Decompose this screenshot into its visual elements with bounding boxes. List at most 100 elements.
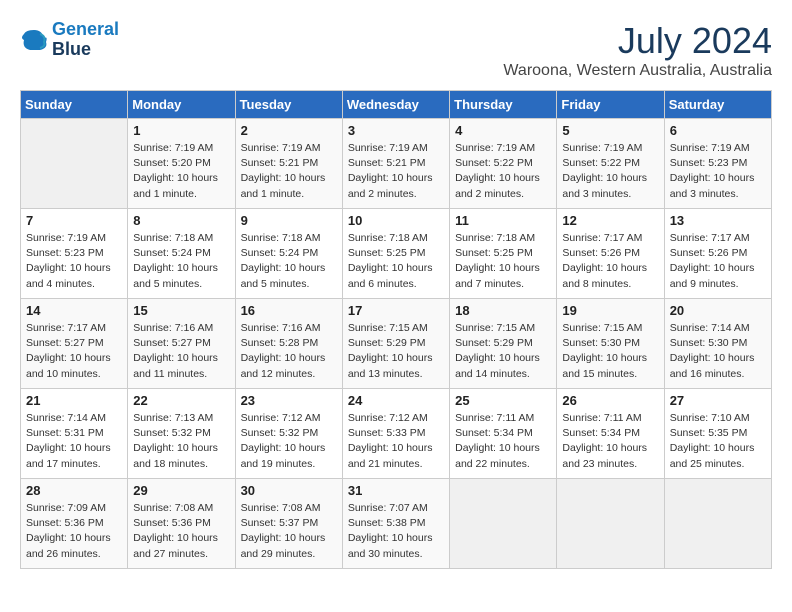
day-number: 21 <box>26 393 122 408</box>
day-number: 16 <box>241 303 337 318</box>
calendar-day-cell: 24 Sunrise: 7:12 AMSunset: 5:33 PMDayligh… <box>342 389 449 479</box>
calendar-table: SundayMondayTuesdayWednesdayThursdayFrid… <box>20 90 772 569</box>
day-info: Sunrise: 7:16 AMSunset: 5:28 PMDaylight:… <box>241 321 337 382</box>
calendar-day-cell: 17 Sunrise: 7:15 AMSunset: 5:29 PMDayligh… <box>342 299 449 389</box>
day-info: Sunrise: 7:13 AMSunset: 5:32 PMDaylight:… <box>133 411 229 472</box>
calendar-day-cell: 21 Sunrise: 7:14 AMSunset: 5:31 PMDayligh… <box>21 389 128 479</box>
calendar-day-cell: 15 Sunrise: 7:16 AMSunset: 5:27 PMDayligh… <box>128 299 235 389</box>
day-info: Sunrise: 7:12 AMSunset: 5:33 PMDaylight:… <box>348 411 444 472</box>
calendar-week-row: 14 Sunrise: 7:17 AMSunset: 5:27 PMDayligh… <box>21 299 772 389</box>
day-info: Sunrise: 7:19 AMSunset: 5:21 PMDaylight:… <box>348 141 444 202</box>
location-title: Waroona, Western Australia, Australia <box>503 62 772 80</box>
weekday-cell: Sunday <box>21 91 128 119</box>
calendar-day-cell: 20 Sunrise: 7:14 AMSunset: 5:30 PMDayligh… <box>664 299 771 389</box>
day-number: 7 <box>26 213 122 228</box>
calendar-day-cell: 13Sunrise: 7:17 AMSunset: 5:26 PMDayligh… <box>664 209 771 299</box>
day-info: Sunrise: 7:11 AMSunset: 5:34 PMDaylight:… <box>562 411 658 472</box>
calendar-day-cell: 23Sunrise: 7:12 AMSunset: 5:32 PMDayligh… <box>235 389 342 479</box>
calendar-day-cell: 16 Sunrise: 7:16 AMSunset: 5:28 PMDayligh… <box>235 299 342 389</box>
day-info: Sunrise: 7:19 AMSunset: 5:22 PMDaylight:… <box>562 141 658 202</box>
day-number: 22 <box>133 393 229 408</box>
day-info: Sunrise: 7:14 AMSunset: 5:31 PMDaylight:… <box>26 411 122 472</box>
day-number: 26 <box>562 393 658 408</box>
day-number: 20 <box>670 303 766 318</box>
calendar-day-cell: 26 Sunrise: 7:11 AMSunset: 5:34 PMDayligh… <box>557 389 664 479</box>
day-info: Sunrise: 7:15 AMSunset: 5:30 PMDaylight:… <box>562 321 658 382</box>
day-number: 6 <box>670 123 766 138</box>
day-info: Sunrise: 7:15 AMSunset: 5:29 PMDaylight:… <box>348 321 444 382</box>
calendar-day-cell: 22 Sunrise: 7:13 AMSunset: 5:32 PMDayligh… <box>128 389 235 479</box>
day-info: Sunrise: 7:16 AMSunset: 5:27 PMDaylight:… <box>133 321 229 382</box>
day-info: Sunrise: 7:19 AMSunset: 5:23 PMDaylight:… <box>670 141 766 202</box>
day-number: 13 <box>670 213 766 228</box>
day-number: 27 <box>670 393 766 408</box>
day-info: Sunrise: 7:18 AMSunset: 5:25 PMDaylight:… <box>455 231 551 292</box>
calendar-week-row: 21 Sunrise: 7:14 AMSunset: 5:31 PMDayligh… <box>21 389 772 479</box>
day-number: 14 <box>26 303 122 318</box>
calendar-day-cell <box>664 479 771 569</box>
day-number: 29 <box>133 483 229 498</box>
day-info: Sunrise: 7:19 AMSunset: 5:23 PMDaylight:… <box>26 231 122 292</box>
day-info: Sunrise: 7:17 AMSunset: 5:27 PMDaylight:… <box>26 321 122 382</box>
calendar-day-cell <box>450 479 557 569</box>
day-info: Sunrise: 7:07 AMSunset: 5:38 PMDaylight:… <box>348 501 444 562</box>
day-number: 24 <box>348 393 444 408</box>
day-info: Sunrise: 7:19 AMSunset: 5:21 PMDaylight:… <box>241 141 337 202</box>
logo-text: General Blue <box>52 20 119 60</box>
day-number: 25 <box>455 393 551 408</box>
day-number: 17 <box>348 303 444 318</box>
calendar-day-cell: 30Sunrise: 7:08 AMSunset: 5:37 PMDayligh… <box>235 479 342 569</box>
day-info: Sunrise: 7:18 AMSunset: 5:24 PMDaylight:… <box>133 231 229 292</box>
day-info: Sunrise: 7:15 AMSunset: 5:29 PMDaylight:… <box>455 321 551 382</box>
calendar-day-cell: 18 Sunrise: 7:15 AMSunset: 5:29 PMDayligh… <box>450 299 557 389</box>
calendar-day-cell: 10Sunrise: 7:18 AMSunset: 5:25 PMDayligh… <box>342 209 449 299</box>
day-number: 11 <box>455 213 551 228</box>
day-number: 5 <box>562 123 658 138</box>
day-number: 2 <box>241 123 337 138</box>
calendar-day-cell: 19 Sunrise: 7:15 AMSunset: 5:30 PMDayligh… <box>557 299 664 389</box>
weekday-cell: Friday <box>557 91 664 119</box>
weekday-cell: Monday <box>128 91 235 119</box>
page-header: General Blue July 2024 Waroona, Western … <box>20 20 772 80</box>
calendar-day-cell: 6 Sunrise: 7:19 AMSunset: 5:23 PMDaylight… <box>664 119 771 209</box>
weekday-cell: Thursday <box>450 91 557 119</box>
day-number: 12 <box>562 213 658 228</box>
day-number: 28 <box>26 483 122 498</box>
weekday-cell: Wednesday <box>342 91 449 119</box>
day-number: 15 <box>133 303 229 318</box>
day-info: Sunrise: 7:09 AMSunset: 5:36 PMDaylight:… <box>26 501 122 562</box>
day-info: Sunrise: 7:18 AMSunset: 5:25 PMDaylight:… <box>348 231 444 292</box>
calendar-day-cell: 12Sunrise: 7:17 AMSunset: 5:26 PMDayligh… <box>557 209 664 299</box>
day-number: 18 <box>455 303 551 318</box>
logo-icon <box>20 26 48 54</box>
day-number: 4 <box>455 123 551 138</box>
day-number: 30 <box>241 483 337 498</box>
calendar-day-cell: 29Sunrise: 7:08 AMSunset: 5:36 PMDayligh… <box>128 479 235 569</box>
day-number: 31 <box>348 483 444 498</box>
calendar-day-cell: 8 Sunrise: 7:18 AMSunset: 5:24 PMDaylight… <box>128 209 235 299</box>
calendar-day-cell <box>21 119 128 209</box>
day-number: 1 <box>133 123 229 138</box>
day-number: 3 <box>348 123 444 138</box>
day-number: 8 <box>133 213 229 228</box>
day-number: 19 <box>562 303 658 318</box>
day-info: Sunrise: 7:11 AMSunset: 5:34 PMDaylight:… <box>455 411 551 472</box>
calendar-day-cell: 4Sunrise: 7:19 AMSunset: 5:22 PMDaylight… <box>450 119 557 209</box>
calendar-day-cell <box>557 479 664 569</box>
day-info: Sunrise: 7:18 AMSunset: 5:24 PMDaylight:… <box>241 231 337 292</box>
day-info: Sunrise: 7:19 AMSunset: 5:20 PMDaylight:… <box>133 141 229 202</box>
calendar-week-row: 1 Sunrise: 7:19 AMSunset: 5:20 PMDaylight… <box>21 119 772 209</box>
day-info: Sunrise: 7:14 AMSunset: 5:30 PMDaylight:… <box>670 321 766 382</box>
weekday-header-row: SundayMondayTuesdayWednesdayThursdayFrid… <box>21 91 772 119</box>
calendar-day-cell: 3 Sunrise: 7:19 AMSunset: 5:21 PMDaylight… <box>342 119 449 209</box>
calendar-day-cell: 14 Sunrise: 7:17 AMSunset: 5:27 PMDayligh… <box>21 299 128 389</box>
day-info: Sunrise: 7:12 AMSunset: 5:32 PMDaylight:… <box>241 411 337 472</box>
calendar-day-cell: 31 Sunrise: 7:07 AMSunset: 5:38 PMDayligh… <box>342 479 449 569</box>
weekday-cell: Tuesday <box>235 91 342 119</box>
calendar-day-cell: 7 Sunrise: 7:19 AMSunset: 5:23 PMDaylight… <box>21 209 128 299</box>
calendar-day-cell: 2 Sunrise: 7:19 AMSunset: 5:21 PMDaylight… <box>235 119 342 209</box>
calendar-week-row: 28 Sunrise: 7:09 AMSunset: 5:36 PMDayligh… <box>21 479 772 569</box>
calendar-body: 1 Sunrise: 7:19 AMSunset: 5:20 PMDaylight… <box>21 119 772 569</box>
calendar-day-cell: 28 Sunrise: 7:09 AMSunset: 5:36 PMDayligh… <box>21 479 128 569</box>
calendar-day-cell: 25 Sunrise: 7:11 AMSunset: 5:34 PMDayligh… <box>450 389 557 479</box>
